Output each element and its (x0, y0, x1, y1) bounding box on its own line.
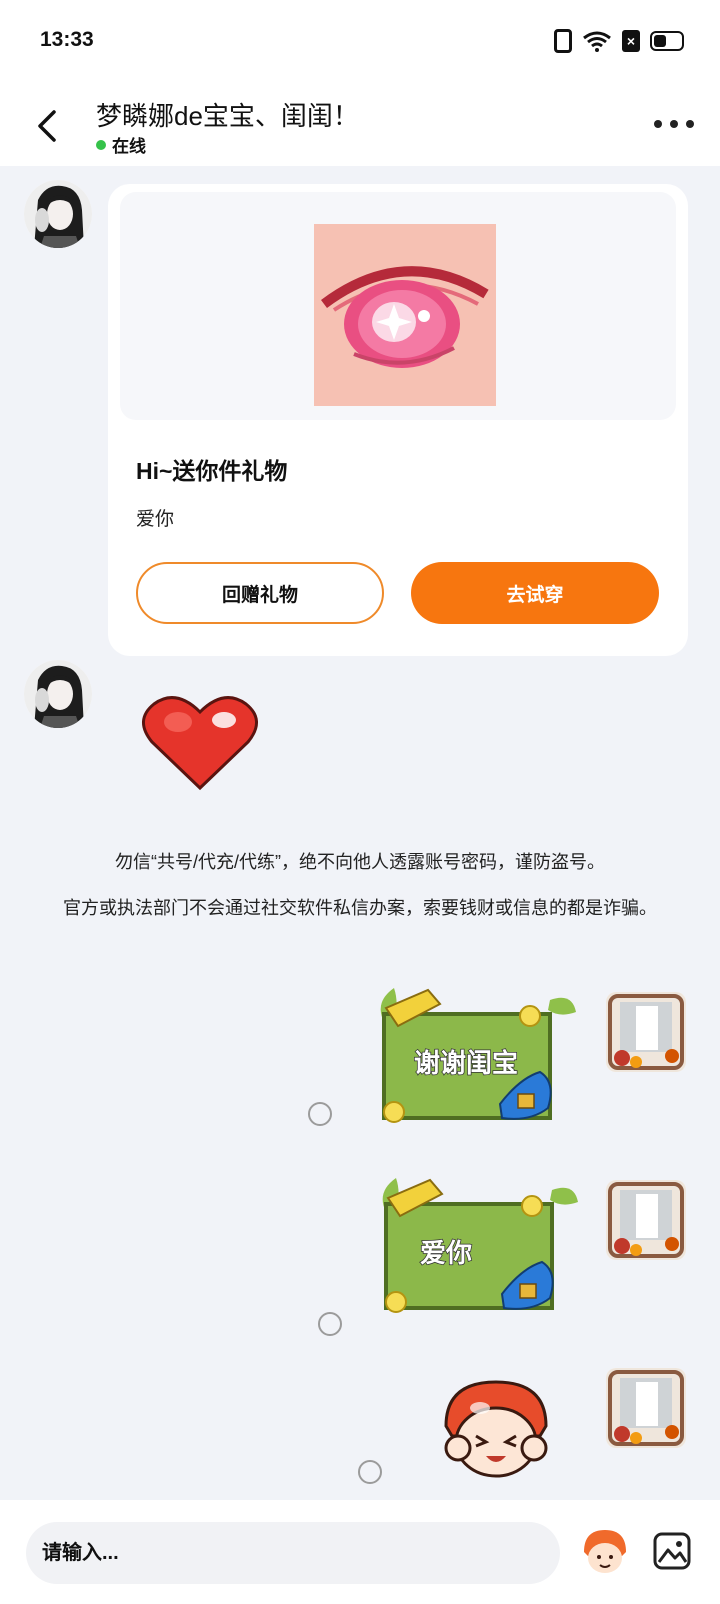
wifi-icon (583, 31, 611, 52)
safety-notice-line: 官方或执法部门不会通过社交软件私信办案，索要钱财或信息的都是诈骗。 (63, 898, 657, 918)
sticker-message[interactable]: 爱你 (372, 1172, 582, 1322)
status-bar: 13:33 × (0, 0, 720, 84)
self-avatar-image (606, 1368, 686, 1448)
self-avatar-image (606, 1180, 686, 1260)
online-status-label: 在线 (112, 137, 146, 156)
read-status-icon (358, 1460, 382, 1484)
emoji-icon (584, 1530, 626, 1573)
gift-item-image[interactable] (314, 224, 496, 406)
try-on-button[interactable]: 去试穿 (411, 562, 659, 624)
read-status-icon (318, 1312, 342, 1336)
sticker-message[interactable]: 谢谢闺宝 (370, 982, 580, 1132)
chevron-left-icon (38, 110, 56, 142)
status-time: 13:33 (40, 28, 94, 51)
message-input[interactable] (26, 1522, 560, 1584)
contact-avatar-image (24, 180, 92, 248)
sticker-text: 爱你 (420, 1239, 472, 1269)
online-status: 在线 (96, 132, 146, 157)
gift-image-area (120, 192, 676, 420)
chat-header: 梦瞵娜de宝宝、闺闺！ 在线 (0, 84, 720, 166)
contact-avatar[interactable] (24, 660, 92, 728)
gift-title: Hi~送你件礼物 (136, 458, 288, 484)
emoji-button[interactable] (580, 1528, 630, 1578)
safety-notice-line: 勿信“共号/代充/代练”，绝不向他人透露账号密码，谨防盗号。 (115, 852, 605, 872)
image-icon (653, 1532, 691, 1570)
dot-icon (670, 120, 678, 128)
self-avatar[interactable] (606, 1368, 686, 1448)
battery-icon (650, 31, 684, 51)
dot-icon (686, 120, 694, 128)
gift-message: 爱你 (136, 509, 175, 530)
more-options-button[interactable] (654, 112, 694, 136)
image-button[interactable] (652, 1530, 692, 1572)
contact-avatar[interactable] (24, 180, 92, 248)
heart-emoji-message[interactable] (140, 692, 260, 792)
self-avatar[interactable] (606, 1180, 686, 1260)
gift-card: Hi~送你件礼物 爱你 回赠礼物 去试穿 (108, 184, 688, 656)
safety-notice: 勿信“共号/代充/代练”，绝不向他人透露账号密码，谨防盗号。 官方或执法部门不会… (40, 850, 680, 920)
vibrate-icon (554, 29, 572, 53)
read-status-icon (308, 1102, 332, 1126)
sim-off-icon: × (622, 30, 640, 52)
message-input-bar (0, 1500, 720, 1604)
contact-avatar-image (24, 660, 92, 728)
back-button[interactable] (32, 108, 62, 144)
self-avatar-image (606, 992, 686, 1072)
online-dot-icon (96, 139, 106, 150)
character-sticker-message[interactable] (436, 1376, 556, 1484)
dot-icon (654, 120, 662, 128)
chat-title: 梦瞵娜de宝宝、闺闺！ (96, 101, 359, 131)
return-gift-button[interactable]: 回赠礼物 (136, 562, 384, 624)
self-avatar[interactable] (606, 992, 686, 1072)
status-icons: × (554, 28, 684, 54)
sticker-text: 谢谢闺宝 (414, 1048, 518, 1079)
